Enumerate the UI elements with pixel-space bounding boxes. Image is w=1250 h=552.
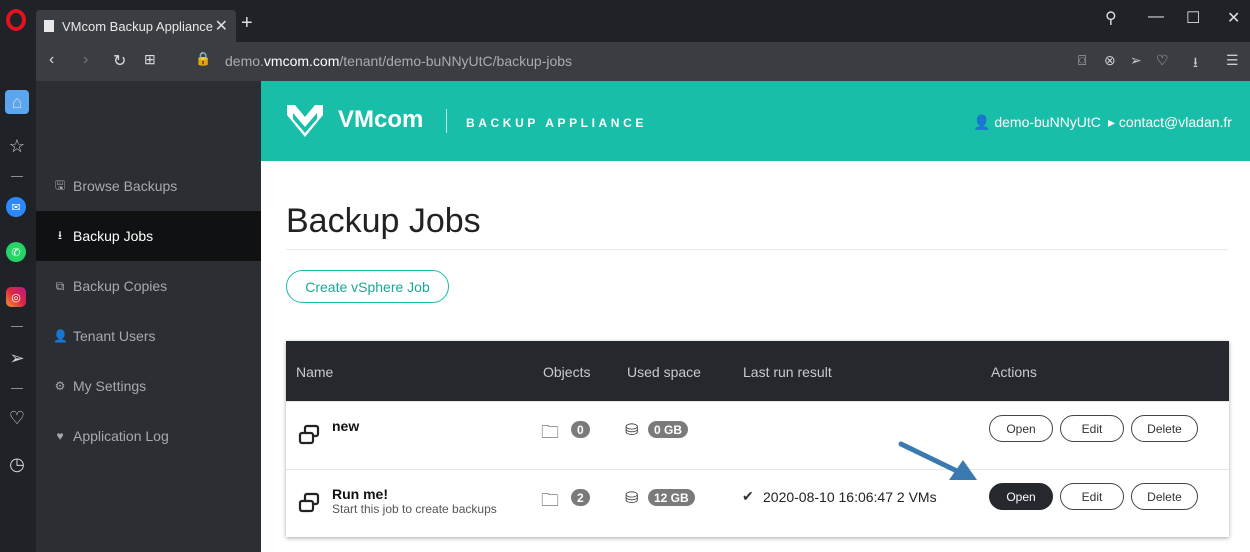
sidebar-item-browse-backups[interactable]: 🖫 Browse Backups: [36, 161, 261, 211]
copy-icon: ⧉: [55, 278, 65, 293]
sidebar-item-application-log[interactable]: ♥ Application Log: [36, 411, 261, 461]
send-icon[interactable]: ➢: [1130, 52, 1142, 69]
divider: [286, 249, 1228, 250]
close-window-icon[interactable]: ✕: [1227, 8, 1240, 28]
user-icon: 👤: [53, 329, 68, 343]
adblock-icon[interactable]: ⊗: [1104, 52, 1116, 69]
table-row: Run me! Start this job to create backups…: [286, 469, 1229, 537]
sidebar: 🖫 Browse Backups ⭳ Backup Jobs ⧉ Backup Cop…: [36, 81, 261, 552]
sidebar-item-tenant-users[interactable]: 👤 Tenant Users: [36, 311, 261, 361]
table-row: new 🗀 0 ⛁ 0 GB Open Edit Delete: [286, 401, 1229, 469]
divider: [11, 326, 23, 327]
main-content: Backup Jobs Create vSphere Job Name Obje…: [261, 161, 1250, 552]
search-icon[interactable]: ⚲: [1105, 8, 1117, 28]
vmcom-logo-icon: [287, 105, 323, 137]
column-header-name: Name: [296, 364, 334, 380]
used-space-badge: 12 GB: [648, 489, 695, 506]
back-icon[interactable]: ‹: [49, 51, 54, 69]
close-tab-icon[interactable]: ✕: [215, 16, 228, 36]
document-icon: [44, 20, 54, 32]
last-run-result: 2020-08-10 16:06:47 2 VMs: [763, 489, 937, 505]
sidebar-item-backup-jobs[interactable]: ⭳ Backup Jobs: [36, 211, 261, 261]
annotation-arrow-icon: [898, 441, 977, 480]
tab-title: VMcom Backup Appliance: [62, 18, 214, 34]
browser-tab[interactable]: VMcom Backup Appliance ✕: [36, 10, 236, 42]
database-icon: ⛁: [625, 422, 639, 439]
save-icon: 🖫: [54, 177, 66, 192]
minimize-icon[interactable]: —: [1148, 8, 1164, 26]
whatsapp-icon[interactable]: ✆: [6, 242, 26, 262]
folder-icon: 🗀: [541, 490, 559, 510]
home-icon[interactable]: ⌂: [5, 90, 29, 114]
heartbeat-icon: ♥: [56, 429, 64, 443]
table-header: Name Objects Used space Last run result …: [286, 341, 1229, 401]
brand-subtitle: BACKUP APPLIANCE: [466, 116, 647, 130]
edit-button[interactable]: Edit: [1060, 415, 1124, 442]
objects-count-badge: 2: [571, 489, 590, 506]
browser-sidebar: ⌂ ☆ ✉ ✆ ◎ ➢ ♡ ◷: [0, 0, 36, 552]
backup-jobs-table: Name Objects Used space Last run result …: [286, 341, 1229, 537]
app-header: VMcom BACKUP APPLIANCE 👤 demo-buNNyUtC ▸…: [261, 81, 1250, 161]
messenger-icon[interactable]: ✉: [6, 197, 26, 217]
column-header-used-space: Used space: [627, 364, 701, 380]
speed-dial-icon[interactable]: ⊞: [144, 51, 156, 68]
maximize-icon[interactable]: ☐: [1186, 8, 1200, 28]
edit-button[interactable]: Edit: [1060, 483, 1124, 510]
delete-button[interactable]: Delete: [1131, 415, 1198, 442]
vm-icon: [298, 424, 320, 445]
heart-icon[interactable]: ♡: [5, 406, 29, 430]
open-button[interactable]: Open: [989, 415, 1053, 442]
used-space-badge: 0 GB: [648, 421, 689, 438]
history-icon[interactable]: ◷: [5, 452, 29, 476]
opera-logo-icon[interactable]: [6, 9, 26, 31]
gear-icon: ⚙: [54, 379, 66, 393]
column-header-last-run: Last run result: [743, 364, 832, 380]
page-title: Backup Jobs: [286, 202, 481, 240]
forward-icon[interactable]: ›: [83, 51, 88, 69]
url-field[interactable]: demo.vmcom.com/tenant/demo-buNNyUtC/back…: [225, 53, 572, 69]
instagram-icon[interactable]: ◎: [6, 287, 26, 307]
open-button[interactable]: Open: [989, 483, 1053, 510]
divider: [11, 388, 23, 389]
address-bar: ‹ › ↻ ⊞ 🔒 demo.vmcom.com/tenant/demo-buN…: [36, 42, 1250, 81]
download-icon[interactable]: ⭳: [1193, 52, 1198, 76]
new-tab-icon[interactable]: +: [241, 12, 253, 35]
star-icon[interactable]: ☆: [5, 134, 29, 158]
column-header-actions: Actions: [991, 364, 1037, 380]
folder-icon: 🗀: [541, 422, 559, 442]
objects-count-badge: 0: [571, 421, 590, 438]
column-header-objects: Objects: [543, 364, 591, 380]
heart-icon[interactable]: ♡: [1156, 52, 1169, 69]
vm-icon: [298, 492, 320, 513]
job-description: Start this job to create backups: [332, 502, 497, 516]
divider: [446, 109, 447, 133]
caret-right-icon: ▸: [1108, 114, 1116, 130]
user-icon: 👤: [973, 114, 991, 130]
sidebar-item-backup-copies[interactable]: ⧉ Backup Copies: [36, 261, 261, 311]
user-link[interactable]: 👤 demo-buNNyUtC: [973, 114, 1101, 131]
camera-icon[interactable]: ⌼: [1078, 52, 1086, 69]
sidebar-item-my-settings[interactable]: ⚙ My Settings: [36, 361, 261, 411]
checkmark-icon: ✔: [742, 488, 754, 504]
database-icon: ⛁: [625, 490, 639, 507]
job-name[interactable]: new: [332, 418, 359, 434]
divider: [11, 176, 23, 177]
tab-strip: VMcom Backup Appliance ✕ + ⚲ — ☐ ✕: [36, 0, 1250, 42]
create-vsphere-job-button[interactable]: Create vSphere Job: [286, 270, 449, 303]
job-name[interactable]: Run me!: [332, 486, 388, 502]
brand-name: VMcom: [338, 106, 424, 133]
download-icon: ⭳: [57, 227, 63, 242]
contact-link[interactable]: ▸ contact@vladan.fr: [1108, 114, 1232, 131]
delete-button[interactable]: Delete: [1131, 483, 1198, 510]
send-icon[interactable]: ➢: [5, 346, 29, 370]
reload-icon[interactable]: ↻: [113, 51, 126, 71]
lock-icon: 🔒: [195, 51, 212, 66]
menu-icon[interactable]: ☰: [1226, 52, 1239, 69]
